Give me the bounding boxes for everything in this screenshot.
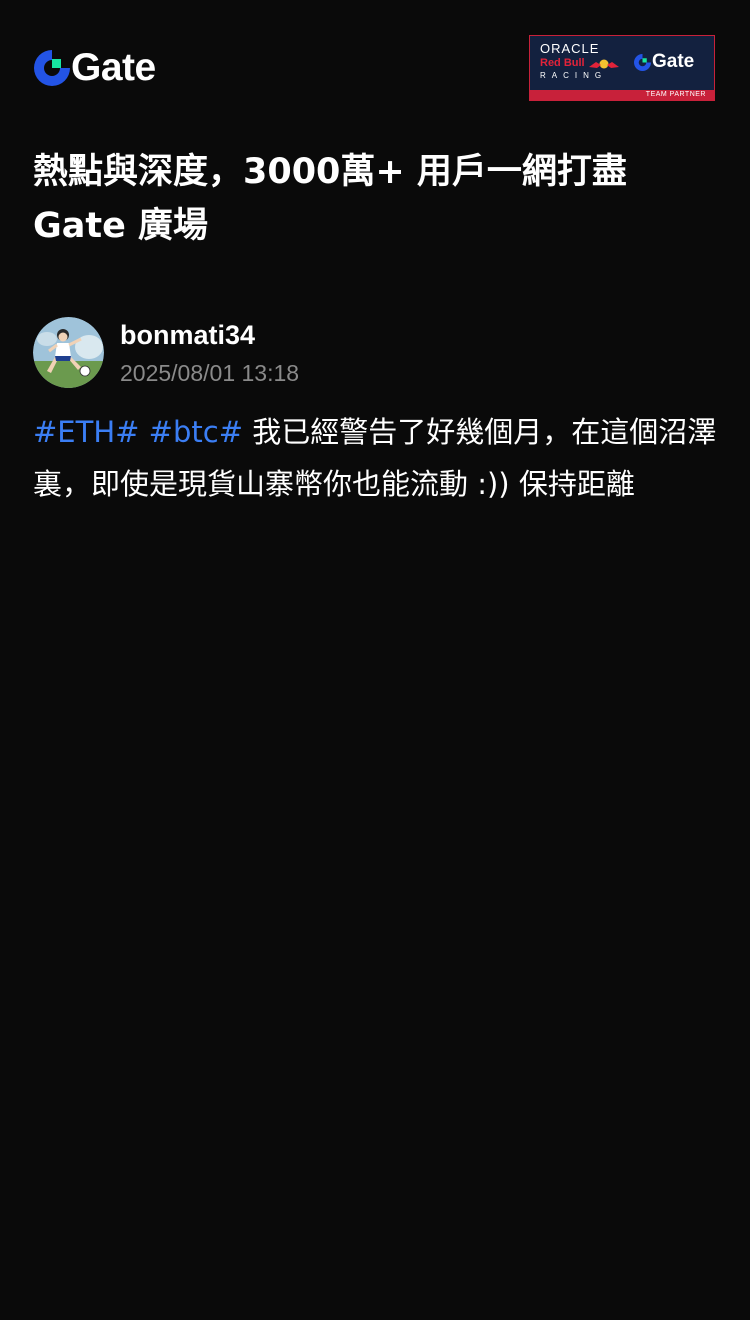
redbull-wordmark: Red Bull xyxy=(540,57,585,69)
team-partner-label: TEAM PARTNER xyxy=(645,91,706,98)
oracle-wordmark: ORACLE xyxy=(540,41,600,56)
badge-gate-logo: Gate xyxy=(634,52,694,72)
bull-icon xyxy=(588,59,619,68)
gate-logo-icon xyxy=(634,53,651,71)
top-header: Gate ORACLE Red Bull RACING Gate TEAM PA… xyxy=(0,0,750,130)
post-author[interactable]: bonmati34 2025/08/01 13:18 xyxy=(33,317,723,389)
post-body: #ETH# #btc# 我已經警告了好幾個月，在這個沼澤裏，即使是現貨山寨幣你也… xyxy=(33,406,723,510)
hashtag-link[interactable]: #btc# xyxy=(149,415,243,449)
gate-logo[interactable]: Gate xyxy=(34,48,156,88)
avatar[interactable] xyxy=(33,317,104,388)
badge-footer-strip: TEAM PARTNER xyxy=(530,90,714,100)
badge-gate-text: Gate xyxy=(652,51,695,72)
team-partner-badge[interactable]: ORACLE Red Bull RACING Gate TEAM PARTNER xyxy=(529,35,715,101)
gate-logo-icon xyxy=(34,50,70,86)
racing-wordmark: RACING xyxy=(540,71,608,80)
hashtag-link[interactable]: #ETH# xyxy=(33,415,139,449)
page-headline: 熱點與深度，3000萬+ 用戶一網打盡 Gate 廣場 xyxy=(33,152,627,246)
oracle-redbull-racing-logo: ORACLE Red Bull RACING xyxy=(540,42,628,81)
post-timestamp: 2025/08/01 13:18 xyxy=(120,360,300,386)
logo-text: Gate xyxy=(71,46,156,89)
author-username[interactable]: bonmati34 xyxy=(120,319,255,351)
